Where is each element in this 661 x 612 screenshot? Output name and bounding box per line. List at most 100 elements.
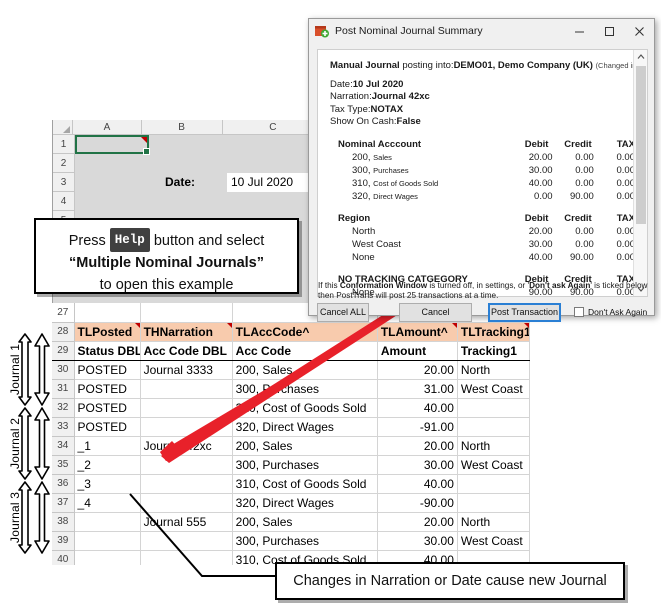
maximize-icon[interactable] bbox=[594, 19, 624, 43]
row-header-2[interactable]: 2 bbox=[53, 154, 75, 173]
cell-posted[interactable]: _3 bbox=[74, 474, 141, 494]
subheader-acccodedbl[interactable]: Acc Code DBL bbox=[140, 341, 233, 361]
cell-posted[interactable] bbox=[74, 512, 141, 532]
help-key-badge[interactable]: Help bbox=[109, 228, 150, 252]
cell-tracking[interactable]: North bbox=[457, 360, 530, 380]
row-header[interactable]: 30 bbox=[52, 360, 75, 380]
cell-acccode[interactable]: 300, Purchases bbox=[232, 531, 378, 551]
select-all-corner[interactable] bbox=[53, 120, 74, 135]
subheader-acccode[interactable]: Acc Code bbox=[232, 341, 378, 361]
row-header[interactable]: 36 bbox=[52, 474, 75, 494]
dialog-title-bar[interactable]: Post Nominal Journal Summary bbox=[309, 19, 654, 43]
cell-amount[interactable]: 30.00 bbox=[377, 531, 458, 551]
scrollbar-thumb[interactable] bbox=[636, 66, 646, 224]
cell-amount[interactable]: -90.00 bbox=[377, 493, 458, 513]
column-header-a[interactable]: A bbox=[73, 120, 142, 135]
subheader-tracking1[interactable]: Tracking1 bbox=[457, 341, 530, 361]
cell-acccode[interactable]: 300, Purchases bbox=[232, 379, 378, 399]
cell-acccode[interactable]: 200, Sales bbox=[232, 436, 378, 456]
header-tlposted[interactable]: TLPosted bbox=[74, 322, 141, 342]
cancel-button[interactable]: Cancel bbox=[399, 302, 472, 322]
subheader-status[interactable]: Status DBL bbox=[74, 341, 141, 361]
cell-narration[interactable] bbox=[140, 474, 233, 494]
header-thnarration[interactable]: THNarration bbox=[140, 322, 233, 342]
cell-acccode[interactable]: 200, Sales bbox=[232, 512, 378, 532]
cell-narration[interactable] bbox=[140, 455, 233, 475]
cell-tracking[interactable] bbox=[457, 398, 530, 418]
row-header[interactable]: 39 bbox=[52, 531, 75, 551]
dialog-scrollbar[interactable] bbox=[633, 50, 647, 296]
cell-narration[interactable] bbox=[140, 398, 233, 418]
row-header-28[interactable]: 28 bbox=[52, 322, 75, 342]
cell-tracking[interactable] bbox=[457, 493, 530, 513]
row-header[interactable]: 34 bbox=[52, 436, 75, 456]
cell-acccode[interactable]: 300, Purchases bbox=[232, 455, 378, 475]
minimize-icon[interactable] bbox=[564, 19, 594, 43]
subheader-amount[interactable]: Amount bbox=[377, 341, 458, 361]
cell-amount[interactable]: 40.00 bbox=[377, 474, 458, 494]
row-header[interactable]: 31 bbox=[52, 379, 75, 399]
cell-amount[interactable]: 40.00 bbox=[377, 398, 458, 418]
row-header[interactable]: 33 bbox=[52, 417, 75, 437]
row-header[interactable]: 32 bbox=[52, 398, 75, 418]
row-header-29[interactable]: 29 bbox=[52, 341, 75, 361]
cell-posted[interactable] bbox=[74, 550, 141, 565]
group-title: Nominal Acccount bbox=[338, 138, 422, 150]
dont-ask-again-group[interactable]: Don't Ask Again bbox=[574, 307, 647, 317]
row-header[interactable]: 40 bbox=[52, 550, 75, 565]
cell-tracking[interactable]: West Coast bbox=[457, 379, 530, 399]
cell-tracking[interactable] bbox=[457, 474, 530, 494]
cell-narration[interactable] bbox=[140, 379, 233, 399]
cell-acccode[interactable]: 320, Direct Wages bbox=[232, 417, 378, 437]
cell-acccode[interactable]: 320, Direct Wages bbox=[232, 493, 378, 513]
row-header[interactable]: 37 bbox=[52, 493, 75, 513]
cell-narration[interactable]: Journal 42xc bbox=[140, 436, 233, 456]
cell-narration[interactable] bbox=[140, 550, 233, 565]
row-header[interactable]: 35 bbox=[52, 455, 75, 475]
dont-ask-again-checkbox[interactable] bbox=[574, 307, 584, 317]
header-tlamount[interactable]: TLAmount^ bbox=[377, 322, 458, 342]
cell-acccode[interactable]: 310, Cost of Goods Sold bbox=[232, 474, 378, 494]
cell-posted[interactable]: POSTED bbox=[74, 360, 141, 380]
cell-narration[interactable] bbox=[140, 531, 233, 551]
close-icon[interactable] bbox=[624, 19, 654, 43]
cell-amount[interactable]: 20.00 bbox=[377, 436, 458, 456]
cell-narration[interactable] bbox=[140, 303, 233, 323]
cell-narration[interactable] bbox=[140, 493, 233, 513]
cell-tracking[interactable]: West Coast bbox=[457, 455, 530, 475]
cell-amount[interactable]: 20.00 bbox=[377, 512, 458, 532]
cell-acccode[interactable]: 200, Sales bbox=[232, 360, 378, 380]
cell-narration[interactable]: Journal 3333 bbox=[140, 360, 233, 380]
cell-posted[interactable]: POSTED bbox=[74, 417, 141, 437]
row-header-3[interactable]: 3 bbox=[53, 173, 75, 192]
cell-posted[interactable]: POSTED bbox=[74, 398, 141, 418]
cell-amount[interactable]: 20.00 bbox=[377, 360, 458, 380]
cell-acccode[interactable]: 310, Cost of Goods Sold bbox=[232, 398, 378, 418]
cell-amount[interactable]: 31.00 bbox=[377, 379, 458, 399]
row-header-1[interactable]: 1 bbox=[53, 135, 75, 154]
row-header[interactable]: 38 bbox=[52, 512, 75, 532]
selected-cell-a1[interactable] bbox=[75, 135, 150, 155]
header-tltracking1[interactable]: TLTracking1^ bbox=[457, 322, 530, 342]
cell-tracking[interactable]: North bbox=[457, 512, 530, 532]
cell-posted[interactable] bbox=[74, 531, 141, 551]
cell-posted[interactable]: _4 bbox=[74, 493, 141, 513]
cell-narration[interactable]: Journal 555 bbox=[140, 512, 233, 532]
cell-tracking[interactable] bbox=[457, 417, 530, 437]
cell-posted[interactable] bbox=[74, 303, 141, 323]
row-header-27[interactable]: 27 bbox=[52, 303, 75, 323]
cell-tracking[interactable]: West Coast bbox=[457, 531, 530, 551]
column-header-b[interactable]: B bbox=[141, 120, 223, 135]
cancel-all-button[interactable]: Cancel ALL bbox=[317, 302, 369, 322]
cell-posted[interactable]: _1 bbox=[74, 436, 141, 456]
cell-narration[interactable] bbox=[140, 417, 233, 437]
cell-tracking[interactable]: North bbox=[457, 436, 530, 456]
cell-posted[interactable]: _2 bbox=[74, 455, 141, 475]
scroll-up-icon[interactable] bbox=[634, 50, 647, 64]
cell-amount[interactable]: -91.00 bbox=[377, 417, 458, 437]
row-header-4[interactable]: 4 bbox=[53, 192, 75, 211]
cell-amount[interactable]: 30.00 bbox=[377, 455, 458, 475]
cell-posted[interactable]: POSTED bbox=[74, 379, 141, 399]
header-tlacccode[interactable]: TLAccCode^ bbox=[232, 322, 378, 342]
post-transaction-button[interactable]: Post Transaction bbox=[488, 302, 561, 322]
